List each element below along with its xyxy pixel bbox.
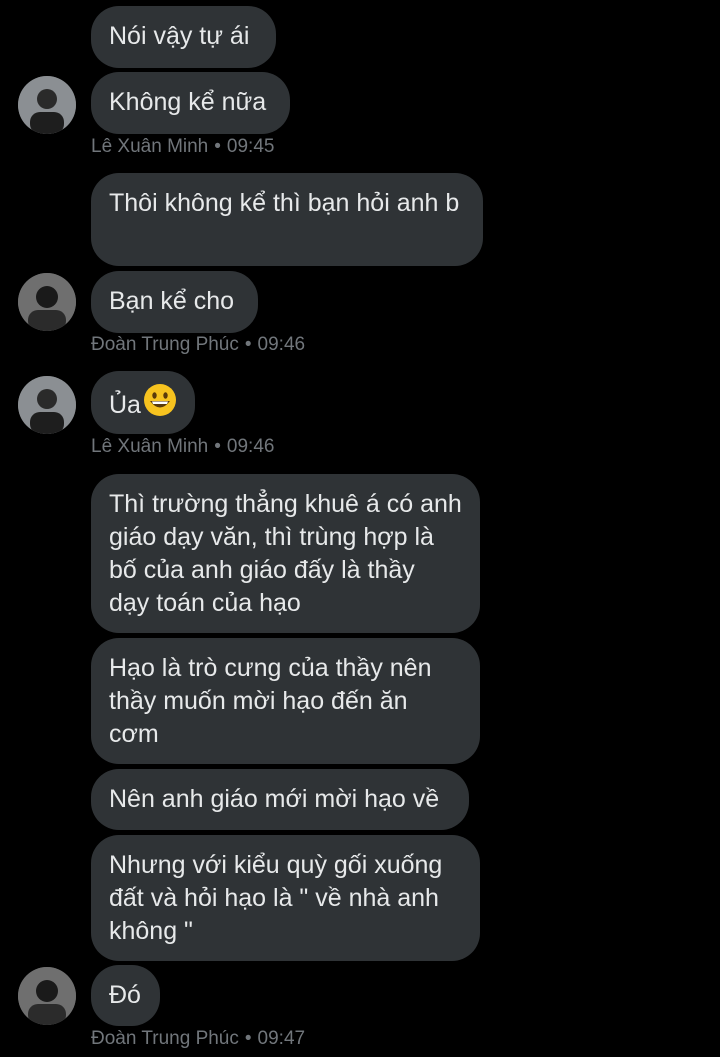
message-meta: Lê Xuân Minh • 09:46 [91,435,274,459]
separator-dot: • [214,136,221,157]
message-text: Ủa [109,391,141,420]
timestamp: 09:46 [226,436,275,457]
message-bubble[interactable]: Không kể nữa [91,72,290,134]
message-text: Thì trường thẳng khuê á có anh giáo dạy … [109,490,462,617]
sender-name[interactable]: Lê Xuân Minh [91,136,208,157]
separator-dot: • [214,436,221,457]
message-meta: Lê Xuân Minh • 09:45 [91,135,274,159]
person-icon [18,76,76,134]
message-bubble[interactable]: Hạo là trò cưng của thầy nên thầy muốn m… [91,638,480,764]
sender-name[interactable]: Đoàn Trung Phúc [91,1028,239,1049]
message-text: Nên anh giáo mới mời hạo về [109,785,440,813]
message-meta: Đoàn Trung Phúc • 09:47 [91,1027,305,1051]
avatar[interactable] [18,376,76,434]
message-text: Không kể nữa [109,88,267,116]
message-meta: Đoàn Trung Phúc • 09:46 [91,333,305,357]
sender-name[interactable]: Lê Xuân Minh [91,436,208,457]
timestamp: 09:45 [226,136,275,157]
separator-dot: • [244,1028,252,1049]
timestamp: 09:46 [257,334,306,355]
separator-dot: • [244,334,252,355]
message-bubble[interactable]: Ủa [91,371,195,434]
message-bubble[interactable]: Đó [91,965,160,1026]
message-bubble[interactable]: Thì trường thẳng khuê á có anh giáo dạy … [91,474,480,633]
message-text: Nói vậy tự ái [109,22,250,50]
message-text: Thôi không kể thì bạn hỏi anh b [109,189,460,217]
grinning-face-emoji [143,383,177,426]
message-bubble[interactable]: Nên anh giáo mới mời hạo về [91,769,469,830]
avatar[interactable] [18,967,76,1025]
person-icon [18,376,76,434]
message-bubble[interactable]: Nói vậy tự ái [91,6,276,68]
message-text: Đó [109,981,141,1009]
timestamp: 09:47 [257,1028,306,1049]
message-bubble[interactable]: Thôi không kể thì bạn hỏi anh b [91,173,483,266]
message-text: Nhưng với kiểu quỳ gối xuống đất và hỏi … [109,851,443,945]
person-icon [18,967,76,1025]
message-text: Hạo là trò cưng của thầy nên thầy muốn m… [109,654,432,748]
avatar[interactable] [18,76,76,134]
sender-name[interactable]: Đoàn Trung Phúc [91,334,239,355]
message-bubble[interactable]: Nhưng với kiểu quỳ gối xuống đất và hỏi … [91,835,480,961]
avatar[interactable] [18,273,76,331]
person-icon [18,273,76,331]
message-text: Bạn kể cho [109,287,235,315]
message-bubble[interactable]: Bạn kể cho [91,271,258,333]
